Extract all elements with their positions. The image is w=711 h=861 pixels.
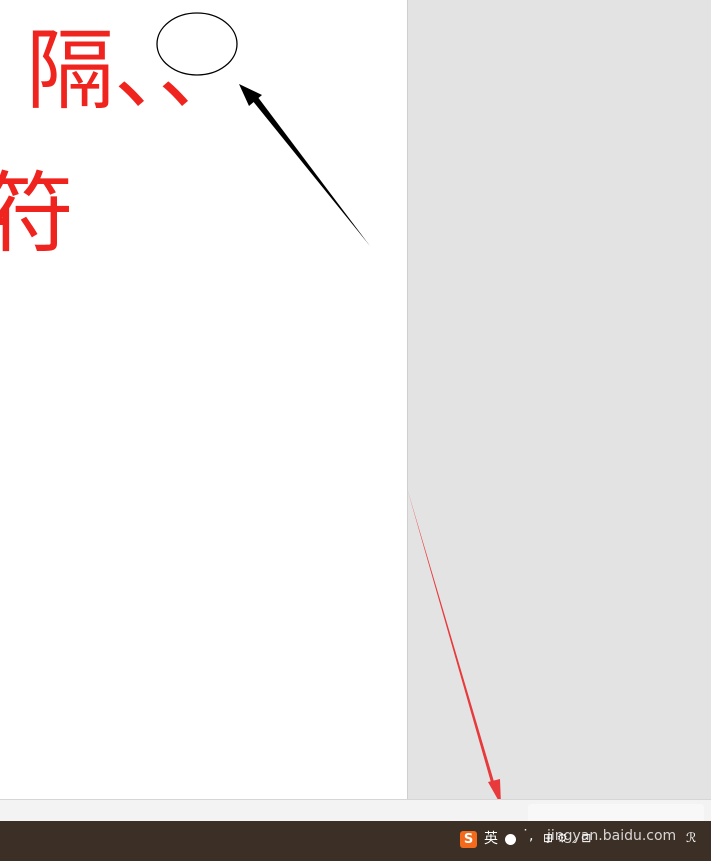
document-page[interactable]: 隔、、 符 — [0, 0, 408, 799]
document-line-2: 符 — [0, 170, 74, 258]
status-bar — [0, 799, 711, 828]
user-icon[interactable]: ℛ — [686, 832, 696, 845]
document-line-2-clipped-char — [0, 218, 6, 225]
watermark-text: jingyan.baidu.com — [547, 828, 677, 844]
document-line-1: 隔、、 — [26, 19, 247, 122]
sogou-ime-logo-icon[interactable]: S — [460, 831, 477, 848]
workspace-background — [408, 0, 711, 799]
ime-language-toggle[interactable]: 英 — [484, 832, 498, 846]
punctuation-mode-icon[interactable]: ˙, — [522, 829, 533, 843]
moon-icon[interactable] — [505, 834, 516, 845]
